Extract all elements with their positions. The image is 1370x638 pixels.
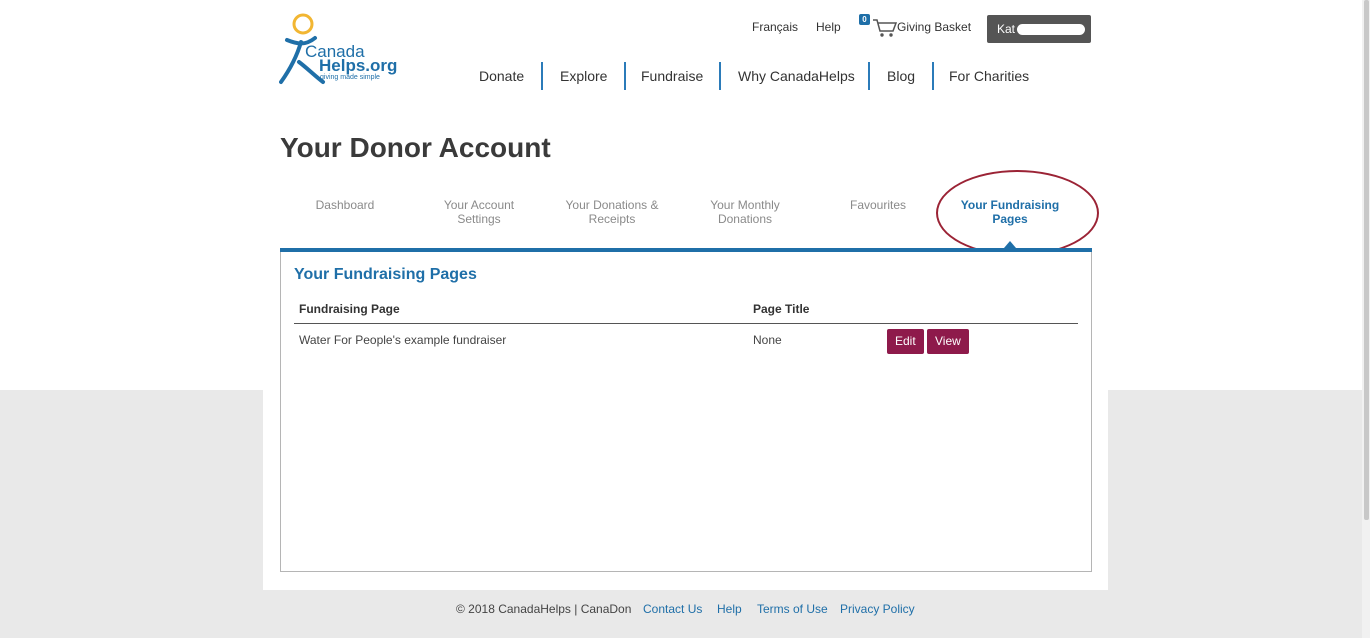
help-link[interactable]: Help [816, 20, 841, 34]
tab-label: Your Monthly [710, 198, 780, 212]
nav-blog[interactable]: Blog [887, 68, 915, 84]
page-container: Canada Helps.org giving made simple Fran… [263, 0, 1108, 590]
footer-copyright: © 2018 CanadaHelps | CanaDon [456, 602, 632, 616]
basket-count-badge: 0 [859, 14, 870, 25]
language-link[interactable]: Français [752, 20, 798, 34]
cart-icon [873, 19, 898, 37]
footer-contact-us[interactable]: Contact Us [643, 602, 702, 616]
scrollbar-thumb[interactable] [1364, 0, 1369, 520]
giving-basket-link[interactable]: Giving Basket [897, 20, 971, 34]
footer-terms-of-use[interactable]: Terms of Use [757, 602, 828, 616]
canadahelps-logo[interactable]: Canada Helps.org giving made simple [279, 12, 409, 92]
nav-donate[interactable]: Donate [479, 68, 524, 84]
tab-monthly-donations[interactable]: Your Monthly Donations [685, 198, 805, 226]
page-title: Your Donor Account [280, 132, 551, 163]
row-page-title: None [753, 333, 782, 347]
nav-separator [624, 62, 626, 90]
nav-separator [541, 62, 543, 90]
edit-button[interactable]: Edit [887, 329, 924, 354]
tab-label-line2: Receipts [588, 212, 636, 226]
user-account-menu[interactable]: Kat [987, 15, 1091, 43]
panel-title: Your Fundraising Pages [294, 266, 477, 283]
nav-for-charities[interactable]: For Charities [949, 68, 1029, 84]
tab-label: Your Account [443, 198, 515, 212]
tab-label: Favourites [849, 198, 907, 212]
logo-text-helps: Helps.org [319, 56, 398, 75]
tab-label: Your Donations & [565, 198, 659, 212]
highlight-circle-annotation [936, 170, 1099, 256]
logo-tagline: giving made simple [320, 74, 380, 81]
giving-basket-icon[interactable]: 0 [859, 14, 899, 38]
nav-separator [719, 62, 721, 90]
tab-account-settings[interactable]: Your Account Settings [419, 198, 539, 226]
nav-fundraise[interactable]: Fundraise [641, 68, 703, 84]
redacted-name-overlay [1017, 24, 1085, 35]
tab-favourites[interactable]: Favourites [818, 198, 938, 212]
view-button[interactable]: View [927, 329, 969, 354]
tab-dashboard[interactable]: Dashboard [285, 198, 405, 212]
fundraising-pages-panel: Your Fundraising Pages Fundraising Page … [280, 252, 1092, 572]
column-header-fundraising-page: Fundraising Page [299, 302, 400, 316]
active-tab-caret-icon [1004, 241, 1016, 248]
user-name: Kat [997, 22, 1016, 36]
tab-label-line2: Donations [717, 212, 773, 226]
row-page-name: Water For People's example fundraiser [299, 333, 507, 347]
tab-donations-receipts[interactable]: Your Donations & Receipts [552, 198, 672, 226]
footer-help[interactable]: Help [717, 602, 742, 616]
tab-label-line2: Settings [457, 212, 501, 226]
column-header-page-title: Page Title [753, 302, 810, 316]
tab-label: Dashboard [315, 198, 375, 212]
table-header-divider [294, 323, 1078, 324]
nav-why-canadahelps[interactable]: Why CanadaHelps [738, 68, 855, 84]
footer-privacy-policy[interactable]: Privacy Policy [840, 602, 915, 616]
nav-separator [868, 62, 870, 90]
nav-explore[interactable]: Explore [560, 68, 607, 84]
nav-separator [932, 62, 934, 90]
